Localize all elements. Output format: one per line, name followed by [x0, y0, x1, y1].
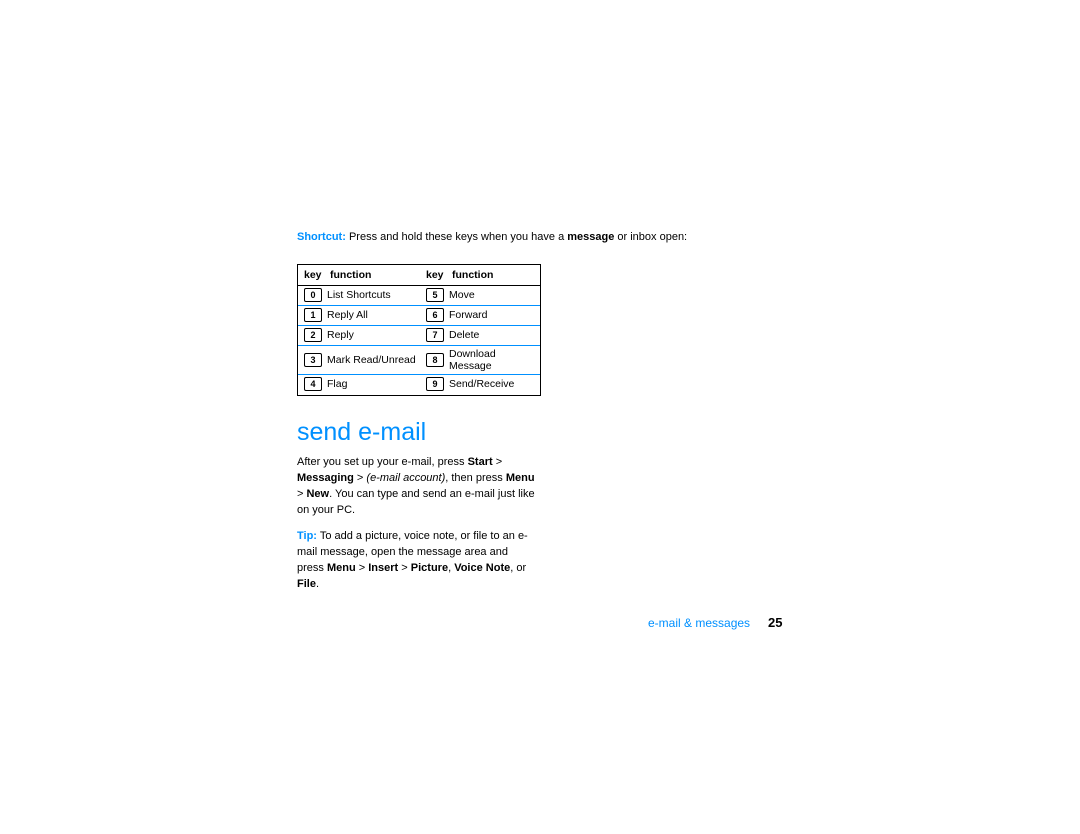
keycap-cell: 3 — [298, 346, 326, 375]
keycap-cell: 5 — [420, 286, 448, 306]
tip-label: Tip: — [297, 530, 317, 542]
page-content: Shortcut: Press and hold these keys when… — [297, 230, 797, 602]
function-cell: Forward — [448, 306, 540, 326]
p2-t2: . — [316, 578, 319, 590]
keycap-cell: 1 — [298, 306, 326, 326]
function-cell: List Shortcuts — [326, 286, 420, 306]
p2-gt1: > — [356, 562, 369, 574]
keycap-icon: 9 — [426, 377, 444, 391]
nav-file: File — [297, 578, 316, 590]
p1-gt1: > — [493, 456, 502, 468]
nav-menu: Menu — [506, 472, 535, 484]
nav-messaging: Messaging — [297, 472, 354, 484]
function-cell: Move — [448, 286, 540, 306]
p2-gt2: > — [398, 562, 411, 574]
keycap-cell: 8 — [420, 346, 448, 375]
p1-t4: . You can type and send an e-mail just l… — [297, 488, 535, 516]
table-row: 1 Reply All 6 Forward — [298, 306, 540, 326]
table-row: 3 Mark Read/Unread 8 Download Message — [298, 346, 540, 375]
keycap-cell: 6 — [420, 306, 448, 326]
keycap-icon: 4 — [304, 377, 322, 391]
shortcut-text-2: or inbox open: — [614, 231, 687, 243]
keycap-icon: 3 — [304, 353, 322, 367]
function-cell: Send/Receive — [448, 375, 540, 395]
nav-picture: Picture — [411, 562, 448, 574]
shortcut-paragraph: Shortcut: Press and hold these keys when… — [297, 230, 797, 246]
keycap-icon: 7 — [426, 328, 444, 342]
nav-voice-note: Voice Note — [454, 562, 510, 574]
shortcuts-table: key function key function 0 List Shortcu… — [297, 264, 541, 396]
p2-c2: , or — [510, 562, 526, 574]
keycap-icon: 0 — [304, 288, 322, 302]
keycap-icon: 2 — [304, 328, 322, 342]
function-cell: Reply — [326, 326, 420, 346]
p1-t3: , then press — [445, 472, 506, 484]
keycap-cell: 4 — [298, 375, 326, 395]
keycap-cell: 2 — [298, 326, 326, 346]
table-row: 2 Reply 7 Delete — [298, 326, 540, 346]
function-cell: Delete — [448, 326, 540, 346]
table-row: 4 Flag 9 Send/Receive — [298, 375, 540, 395]
p1-account: (e-mail account) — [366, 472, 445, 484]
col-header-key-1: key — [298, 264, 326, 286]
table-header-row: key function key function — [298, 264, 540, 286]
footer-section-name: e-mail & messages — [648, 616, 750, 630]
p1-t1: After you set up your e-mail, press — [297, 456, 468, 468]
paragraph-2: Tip: To add a picture, voice note, or fi… — [297, 529, 535, 593]
shortcut-label: Shortcut: — [297, 231, 346, 243]
nav-menu-2: Menu — [327, 562, 356, 574]
function-cell: Flag — [326, 375, 420, 395]
p1-t2: > — [354, 472, 367, 484]
shortcut-bold-word: message — [567, 231, 614, 243]
keycap-icon: 6 — [426, 308, 444, 322]
paragraph-1: After you set up your e-mail, press Star… — [297, 455, 535, 519]
col-header-key-2: key — [420, 264, 448, 286]
keycap-icon: 5 — [426, 288, 444, 302]
nav-insert: Insert — [368, 562, 398, 574]
keycap-cell: 9 — [420, 375, 448, 395]
keycap-icon: 1 — [304, 308, 322, 322]
function-cell: Mark Read/Unread — [326, 346, 420, 375]
page-footer: e-mail & messages 25 — [648, 615, 783, 630]
section-heading: send e-mail — [297, 418, 797, 447]
footer-page-number: 25 — [768, 615, 782, 630]
nav-new: New — [306, 488, 329, 500]
keycap-cell: 0 — [298, 286, 326, 306]
table-row: 0 List Shortcuts 5 Move — [298, 286, 540, 306]
keycap-icon: 8 — [426, 353, 444, 367]
col-header-function-1: function — [326, 264, 420, 286]
shortcut-text-1: Press and hold these keys when you have … — [346, 231, 567, 243]
function-cell: Reply All — [326, 306, 420, 326]
function-cell: Download Message — [448, 346, 540, 375]
col-header-function-2: function — [448, 264, 540, 286]
keycap-cell: 7 — [420, 326, 448, 346]
nav-start: Start — [468, 456, 493, 468]
